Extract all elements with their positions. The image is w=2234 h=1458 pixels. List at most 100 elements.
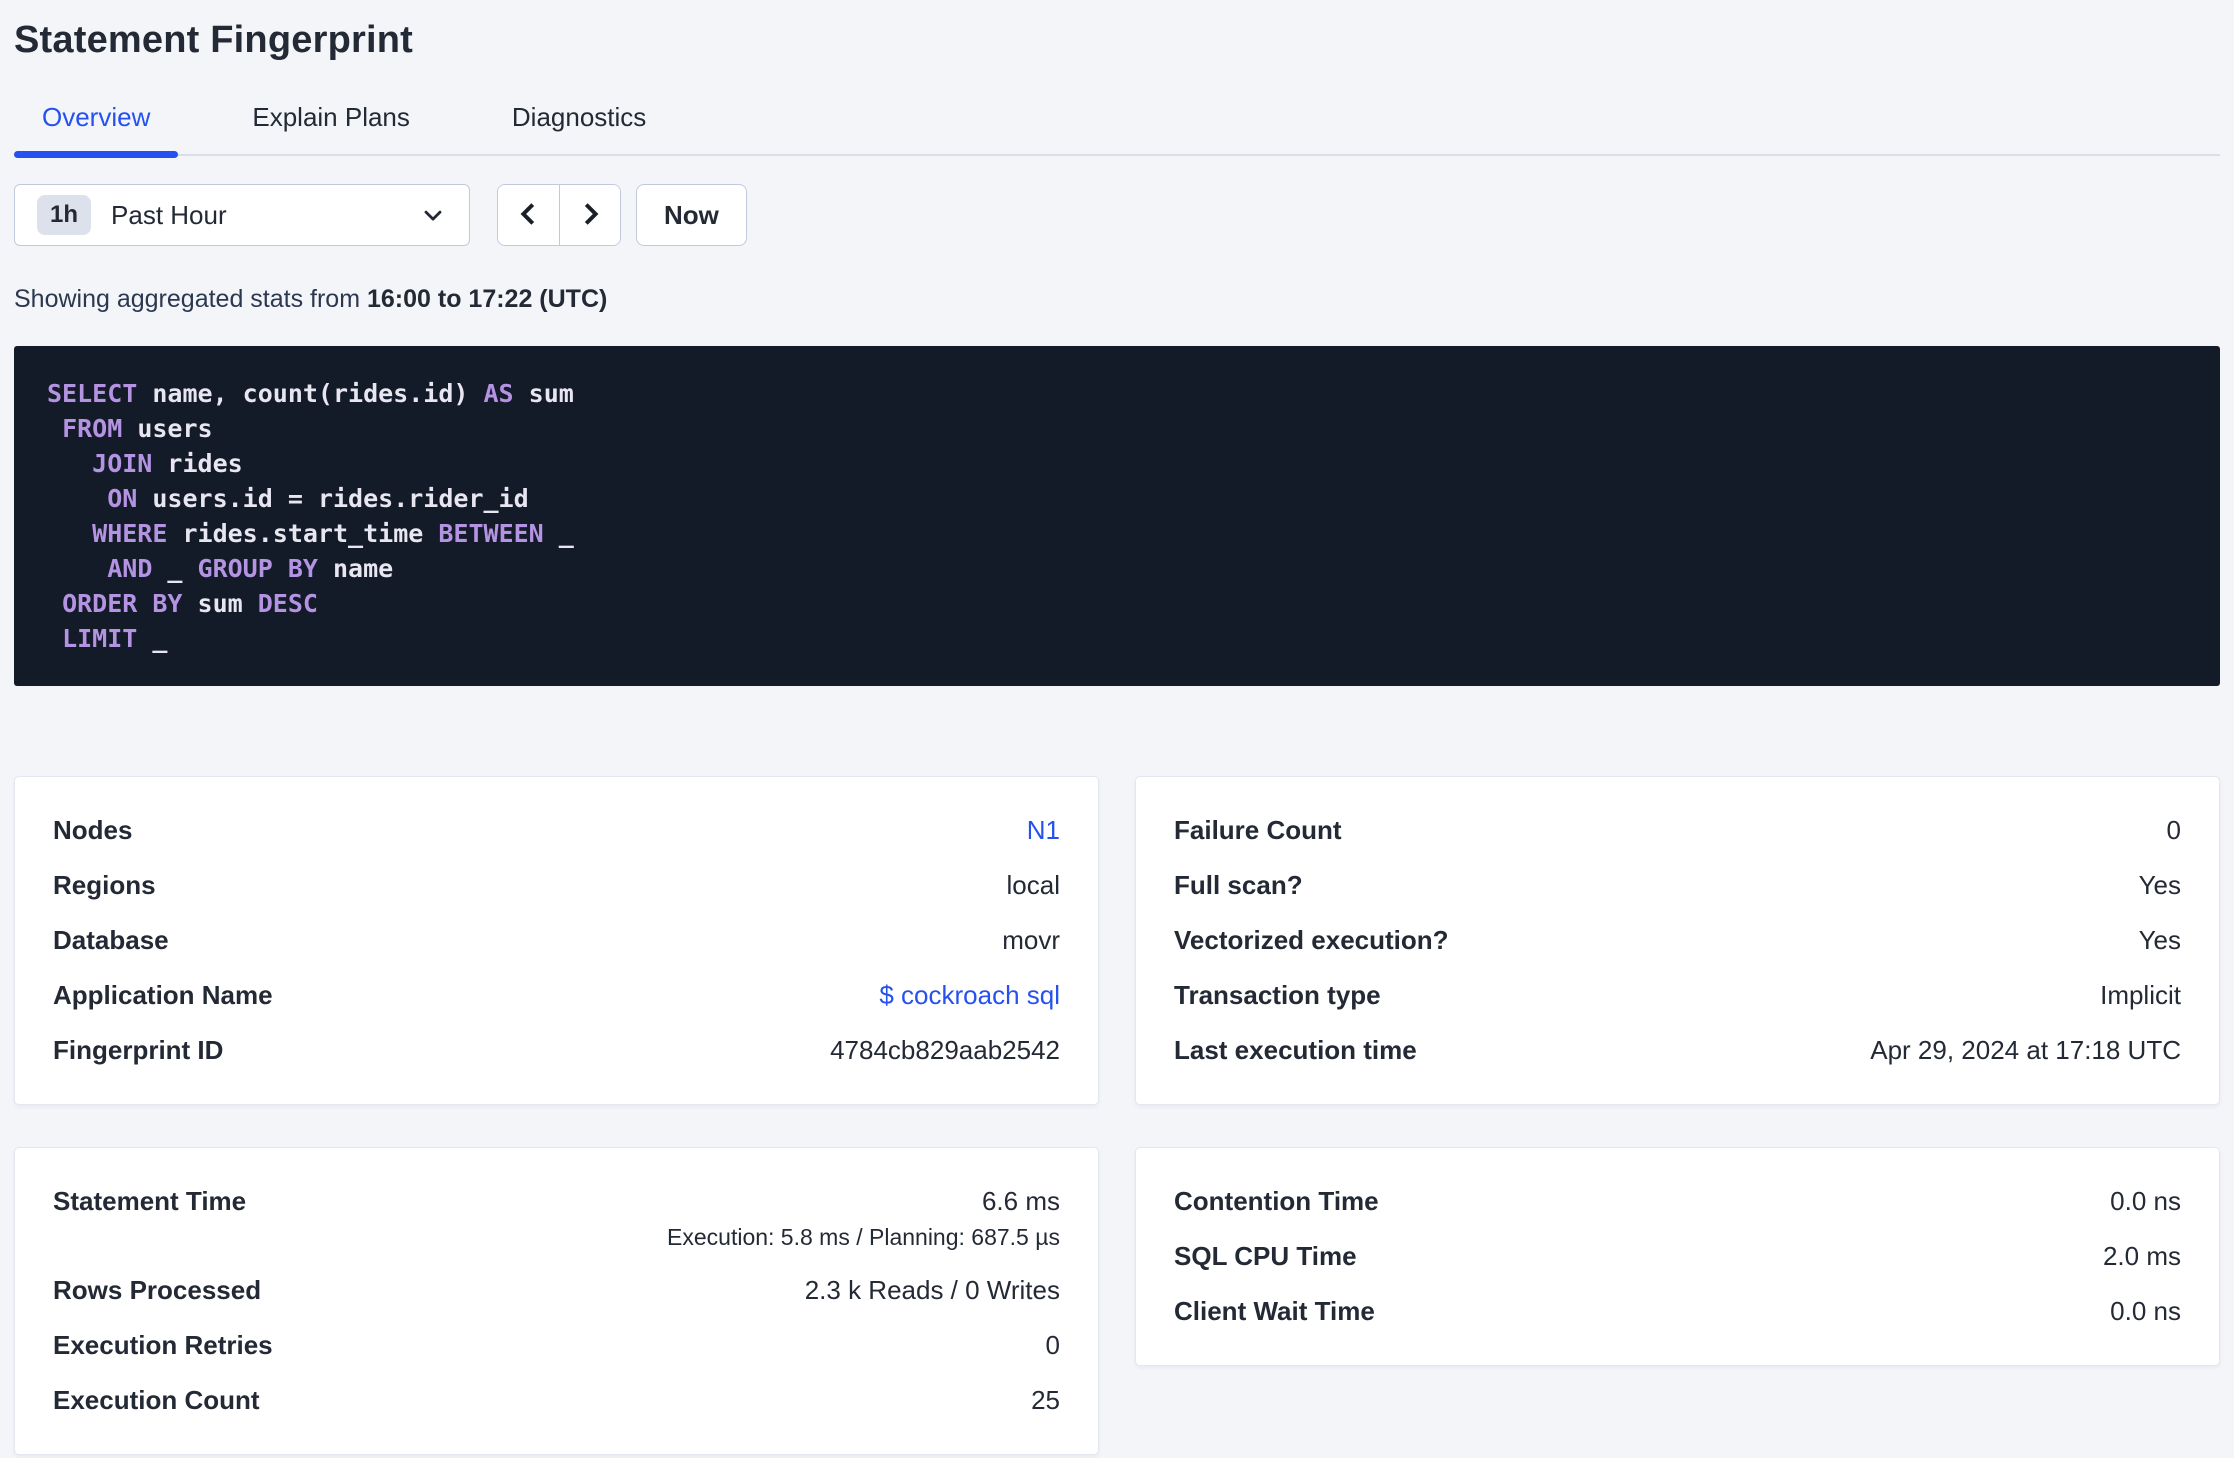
sql-cpu-time-label: SQL CPU Time: [1174, 1241, 1357, 1271]
next-time-button[interactable]: [559, 185, 620, 245]
page-title: Statement Fingerprint: [14, 19, 414, 61]
vectorized-execution-value: Yes: [2138, 925, 2181, 955]
database-value: movr: [1002, 925, 1060, 955]
failure-count-value: 0: [2166, 815, 2181, 845]
execution-retries-label: Execution Retries: [53, 1330, 273, 1360]
transaction-type-label: Transaction type: [1174, 980, 1381, 1010]
card-row-last-execution-time: Last execution time Apr 29, 2024 at 17:18…: [1174, 1023, 2181, 1078]
interval-badge: 1h: [37, 195, 92, 235]
application-name-value-link[interactable]: $ cockroach sql: [879, 980, 1060, 1011]
sql-line: ORDER BY sum DESC: [62, 589, 318, 618]
sql-line: LIMIT _: [62, 624, 168, 653]
card-row-transaction-type: Transaction type Implicit: [1174, 968, 2181, 1023]
statement-time-value-wrap: 6.6 ms Execution: 5.8 ms / Planning: 687.…: [667, 1186, 1060, 1251]
regions-value-wrap: local: [1007, 870, 1060, 901]
failure-count-label: Failure Count: [1174, 815, 1342, 845]
previous-time-button[interactable]: [498, 185, 559, 245]
fingerprint-id-value-wrap: 4784cb829aab2542: [830, 1035, 1060, 1066]
application-name-label: Application Name: [53, 980, 273, 1010]
time-controls: 1h Past Hour Now: [14, 184, 2220, 246]
card-row-regions: Regions local: [53, 858, 1060, 913]
fingerprint-id-label: Fingerprint ID: [53, 1035, 224, 1065]
database-value-wrap: movr: [1002, 925, 1060, 956]
statement-time-card: Statement Time 6.6 ms Execution: 5.8 ms / …: [14, 1147, 1099, 1455]
vectorized-execution-value-wrap: Yes: [2139, 925, 2181, 956]
rows-processed-value-wrap: 2.3 k Reads / 0 Writes: [805, 1275, 1060, 1306]
sql-cpu-time-value: 2.0 ms: [2102, 1241, 2181, 1271]
aggregated-stats-summary: Showing aggregated stats from 16:00 to 1…: [14, 284, 2220, 314]
fingerprint-id-value: 4784cb829aab2542: [830, 1035, 1060, 1065]
transaction-type-value-wrap: Implicit: [2100, 980, 2181, 1011]
card-row-statement-time: Statement Time 6.6 ms Execution: 5.8 ms / …: [53, 1174, 1060, 1263]
sql-line: AND _ GROUP BY name: [107, 554, 394, 583]
full-scan-label: Full scan?: [1174, 870, 1303, 900]
chevron-down-icon: [419, 201, 447, 229]
card-row-vectorized-execution: Vectorized execution? Yes: [1174, 913, 2181, 968]
stats-summary-range: 16:00 to 17:22 (UTC): [366, 285, 608, 313]
statement-fingerprint-page: Statement Fingerprint Overview Explain P…: [0, 0, 2234, 1455]
sql-line: JOIN rides: [92, 449, 243, 478]
summary-cards: Nodes N1 Regions local Database movr Applicati…: [14, 776, 2220, 1455]
sql-line: SELECT name, count(rides.id) AS sum: [47, 379, 574, 408]
database-label: Database: [53, 925, 169, 955]
statement-time-breakdown: Execution: 5.8 ms / Planning: 687.5 µs: [667, 1224, 1060, 1250]
time-range-label: Past Hour: [111, 199, 227, 230]
application-name-value-wrap: $ cockroach sql: [879, 980, 1060, 1011]
chevron-right-icon: [575, 199, 605, 232]
last-execution-time-label: Last execution time: [1174, 1035, 1417, 1065]
contention-time-label: Contention Time: [1174, 1186, 1379, 1216]
statement-time-label: Statement Time: [53, 1186, 247, 1216]
statement-details-card: Nodes N1 Regions local Database movr Applicati…: [14, 776, 1099, 1105]
nodes-value-link[interactable]: N1: [1027, 815, 1060, 846]
last-execution-time-value-wrap: Apr 29, 2024 at 17:18 UTC: [1870, 1035, 2181, 1066]
execution-attributes-card: Failure Count 0 Full scan? Yes Vectorized ex…: [1135, 776, 2220, 1105]
rows-processed-label: Rows Processed: [53, 1275, 262, 1305]
card-row-failure-count: Failure Count 0: [1174, 803, 2181, 858]
tab-explain-plans[interactable]: Explain Plans: [224, 102, 438, 154]
wait-time-card: Contention Time 0.0 ns SQL CPU Time 2.0 ms C…: [1135, 1147, 2220, 1366]
nodes-label: Nodes: [53, 815, 133, 845]
execution-retries-value-wrap: 0: [1046, 1330, 1060, 1361]
tab-diagnostics[interactable]: Diagnostics: [484, 102, 674, 154]
execution-count-value-wrap: 25: [1031, 1385, 1060, 1416]
card-row-fingerprint-id: Fingerprint ID 4784cb829aab2542: [53, 1023, 1060, 1078]
full-scan-value: Yes: [2138, 870, 2181, 900]
sql-code: SELECT name, count(rides.id) AS sum FROM…: [47, 376, 2187, 656]
card-row-application-name: Application Name $ cockroach sql: [53, 968, 1060, 1023]
sql-line: ON users.id = rides.rider_id: [107, 484, 529, 513]
statement-time-value: 6.6 ms: [981, 1186, 1060, 1216]
full-scan-value-wrap: Yes: [2139, 870, 2181, 901]
card-row-rows-processed: Rows Processed 2.3 k Reads / 0 Writes: [53, 1263, 1060, 1318]
execution-count-label: Execution Count: [53, 1385, 260, 1415]
vectorized-execution-label: Vectorized execution?: [1174, 925, 1449, 955]
card-row-sql-cpu-time: SQL CPU Time 2.0 ms: [1174, 1229, 2181, 1284]
sql-line: WHERE rides.start_time BETWEEN _: [92, 519, 574, 548]
time-range-dropdown[interactable]: 1h Past Hour: [14, 184, 470, 246]
sql-statement-box: SELECT name, count(rides.id) AS sum FROM…: [14, 346, 2220, 686]
now-button[interactable]: Now: [636, 184, 747, 246]
client-wait-time-label: Client Wait Time: [1174, 1296, 1375, 1326]
transaction-type-value: Implicit: [2100, 980, 2181, 1010]
sql-cpu-time-value-wrap: 2.0 ms: [2103, 1241, 2181, 1272]
execution-retries-value: 0: [1045, 1330, 1060, 1360]
contention-time-value: 0.0 ns: [2110, 1186, 2181, 1216]
card-row-full-scan: Full scan? Yes: [1174, 858, 2181, 913]
rows-processed-value: 2.3 k Reads / 0 Writes: [804, 1275, 1060, 1305]
regions-value: local: [1006, 870, 1060, 900]
stats-summary-prefix: Showing aggregated stats from: [14, 285, 367, 313]
nodes-value-wrap: N1: [1027, 815, 1060, 846]
card-row-contention-time: Contention Time 0.0 ns: [1174, 1174, 2181, 1229]
card-row-client-wait-time: Client Wait Time 0.0 ns: [1174, 1284, 2181, 1339]
failure-count-value-wrap: 0: [2167, 815, 2181, 846]
client-wait-time-value-wrap: 0.0 ns: [2110, 1296, 2181, 1327]
sql-line: FROM users: [62, 414, 213, 443]
card-row-execution-count: Execution Count 25: [53, 1373, 1060, 1428]
execution-count-value: 25: [1031, 1385, 1060, 1415]
contention-time-value-wrap: 0.0 ns: [2110, 1186, 2181, 1217]
card-row-database: Database movr: [53, 913, 1060, 968]
tab-bar: Overview Explain Plans Diagnostics: [14, 102, 2220, 158]
card-row-nodes: Nodes N1: [53, 803, 1060, 858]
chevron-left-icon: [514, 199, 544, 232]
regions-label: Regions: [53, 870, 156, 900]
tab-overview[interactable]: Overview: [14, 102, 179, 158]
